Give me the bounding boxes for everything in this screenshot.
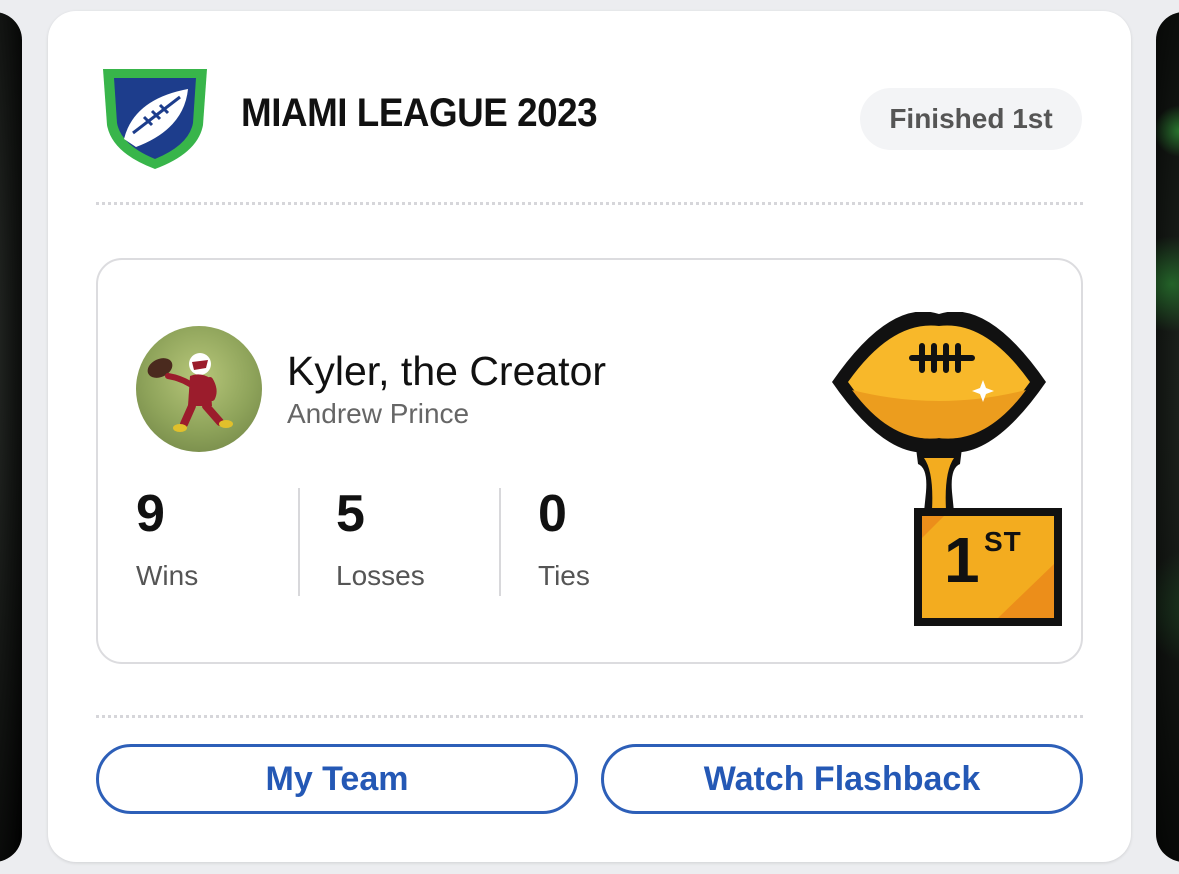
finish-status-badge: Finished 1st xyxy=(860,88,1082,150)
wins-value: 9 xyxy=(136,485,165,543)
watch-flashback-button[interactable]: Watch Flashback xyxy=(601,744,1083,814)
ties-value: 0 xyxy=(538,485,567,543)
place-number: 1 xyxy=(944,524,980,596)
ties-stat: 0 Ties xyxy=(538,488,718,592)
stat-divider xyxy=(298,488,300,596)
football-shield-logo-icon xyxy=(103,69,207,169)
losses-stat: 5 Losses xyxy=(336,488,516,592)
league-card: MIAMI LEAGUE 2023 Finished 1st Kyler, th… xyxy=(48,11,1131,862)
section-divider xyxy=(96,202,1083,205)
team-summary-panel: Kyler, the Creator Andrew Prince 9 Wins … xyxy=(96,258,1083,664)
team-avatar xyxy=(136,326,262,452)
section-divider xyxy=(96,715,1083,718)
owner-name: Andrew Prince xyxy=(287,398,470,429)
stat-divider xyxy=(499,488,501,596)
team-name[interactable]: Kyler, the Creator xyxy=(287,348,606,395)
losses-label: Losses xyxy=(336,560,425,591)
wins-stat: 9 Wins xyxy=(136,488,316,592)
place-badge: 1 ST xyxy=(914,508,1062,626)
my-team-button[interactable]: My Team xyxy=(96,744,578,814)
previous-league-card[interactable] xyxy=(0,12,22,862)
ties-label: Ties xyxy=(538,560,590,591)
place-suffix: ST xyxy=(984,526,1022,557)
wins-label: Wins xyxy=(136,560,199,591)
league-title: MIAMI LEAGUE 2023 xyxy=(241,91,598,135)
next-league-card[interactable] xyxy=(1156,12,1179,862)
losses-value: 5 xyxy=(336,485,365,543)
